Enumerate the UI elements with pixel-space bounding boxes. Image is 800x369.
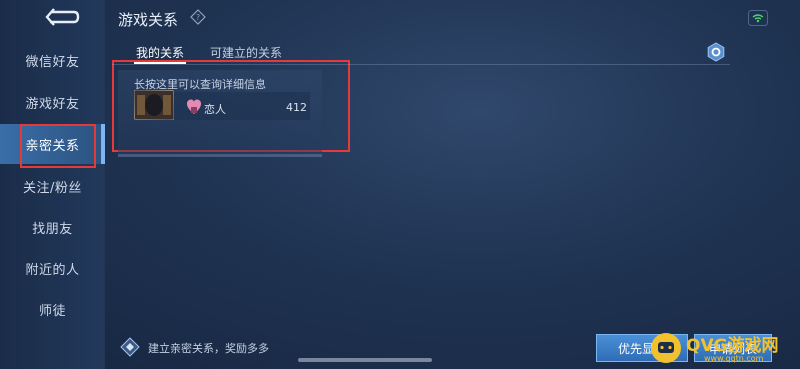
watermark-logo: QVG游戏网 www.qqtn.com [648, 326, 800, 369]
footer-hint: 建立亲密关系，奖励多多 [148, 342, 269, 355]
wifi-icon [748, 10, 768, 26]
card-divider [118, 154, 322, 157]
avatar [134, 90, 174, 120]
sidebar-item-find-friends[interactable]: 找朋友 [0, 207, 105, 247]
home-indicator[interactable] [298, 358, 432, 362]
sidebar-item-label: 游戏好友 [25, 96, 80, 112]
sidebar-item-nearby[interactable]: 附近的人 [0, 248, 105, 288]
sidebar: 微信好友 游戏好友 亲密关系 关注/粉丝 找朋友 附近的人 师徒 [0, 0, 105, 369]
sidebar-item-label: 关注/粉丝 [23, 180, 82, 196]
tab-divider [112, 64, 730, 65]
relation-badge-icon [120, 337, 140, 357]
sidebar-item-follow-fans[interactable]: 关注/粉丝 [0, 166, 105, 206]
svg-text:?: ? [196, 13, 200, 22]
back-arrow-icon[interactable] [44, 8, 80, 26]
lover-icon [186, 98, 202, 116]
intimacy-value: 412 [286, 101, 307, 114]
sidebar-item-mentor[interactable]: 师徒 [0, 289, 105, 329]
sidebar-item-game-friends[interactable]: 游戏好友 [0, 82, 105, 122]
watermark-title: QVG游戏网 [686, 336, 779, 356]
tab-available-relations[interactable]: 可建立的关系 [210, 44, 282, 61]
sidebar-item-label: 亲密关系 [25, 138, 80, 154]
sidebar-item-label: 找朋友 [32, 221, 73, 237]
info-icon[interactable]: ? [190, 9, 206, 25]
relation-type-label: 恋人 [204, 103, 226, 116]
sidebar-item-label: 微信好友 [25, 54, 80, 70]
sidebar-item-label: 师徒 [38, 303, 66, 319]
sidebar-item-intimate-relations[interactable]: 亲密关系 [0, 124, 105, 164]
sidebar-item-wechat-friends[interactable]: 微信好友 [0, 40, 105, 80]
watermark-url: www.qqtn.com [704, 354, 764, 363]
page-title: 游戏关系 [118, 11, 179, 29]
gear-icon[interactable] [706, 42, 726, 62]
tab-my-relations[interactable]: 我的关系 [136, 44, 184, 61]
sidebar-item-label: 附近的人 [25, 262, 80, 278]
